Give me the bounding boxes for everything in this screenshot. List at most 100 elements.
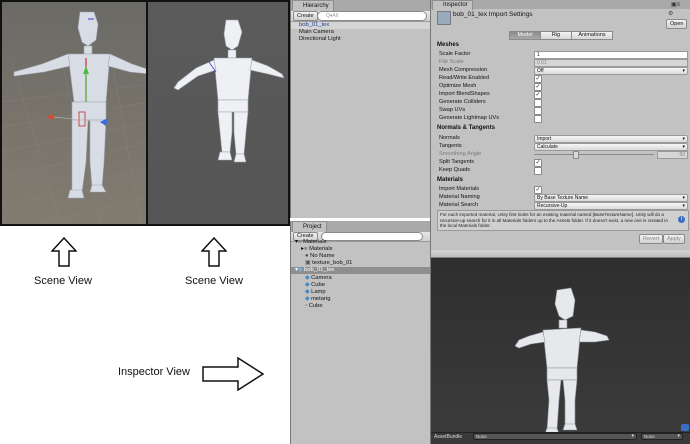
right-arrow-icon xyxy=(202,357,264,391)
project-tree-item[interactable]: ◆ metarig xyxy=(305,296,330,303)
character-preview xyxy=(514,287,610,435)
tangents-dropdown[interactable]: Calculate xyxy=(534,143,688,151)
import-blendshapes-label: Import BlendShapes xyxy=(439,91,490,97)
character-figure-2 xyxy=(173,19,285,163)
material-search-dropdown[interactable]: Recursive-Up xyxy=(534,202,688,210)
open-button-label: Open xyxy=(670,21,684,27)
swap-uvs-label: Swap UVs xyxy=(439,107,466,113)
project-tree-label: Lamp xyxy=(311,289,326,295)
import-materials-checkbox[interactable]: ✓ xyxy=(534,186,542,194)
revert-button[interactable]: Revert xyxy=(639,234,664,244)
split-tangents-label: Split Tangents xyxy=(439,159,475,165)
project-panel: Project Create ▾■ Materials ▸■ Materials… xyxy=(290,221,431,444)
preview-panel: AssetBundle None None xyxy=(430,250,690,444)
mesh-icon: ▪ xyxy=(305,303,308,309)
apply-label: Apply xyxy=(667,236,681,242)
section-normals-tangents: Normals & Tangents xyxy=(437,125,495,131)
optimize-mesh-label: Optimize Mesh xyxy=(439,83,477,89)
project-tree-label: bob_01_tex xyxy=(304,267,335,273)
folder-icon: ■ xyxy=(303,246,308,252)
hierarchy-item[interactable]: Main Camera xyxy=(299,29,334,36)
normals-dropdown[interactable]: Import xyxy=(534,135,688,143)
inspector-tab[interactable]: Inspector xyxy=(432,0,473,10)
inspector-view-caption: Inspector View xyxy=(118,366,190,378)
model-icon: ◆ xyxy=(297,267,303,273)
mesh-icon: ◆ xyxy=(305,296,310,302)
inspector-tab-label: Inspector xyxy=(443,2,468,8)
project-tree-item[interactable]: ▾◆ bob_01_tex xyxy=(295,267,334,274)
preview-settings-icon[interactable] xyxy=(681,424,689,431)
split-tangents-checkbox[interactable]: ✓ xyxy=(534,159,542,167)
hierarchy-item[interactable]: bob_01_tex xyxy=(299,22,329,29)
keep-quads-checkbox[interactable] xyxy=(534,167,542,175)
hierarchy-item[interactable]: Directional Light xyxy=(299,36,341,43)
hierarchy-panel: Hierarchy Create Q▾All bob_01_tex Main C… xyxy=(290,0,431,218)
project-tree-item[interactable]: ▾■ Materials xyxy=(295,239,327,246)
project-tree-label: Materials xyxy=(309,246,333,252)
scale-factor-label: Scale Factor xyxy=(439,51,471,57)
tab-model[interactable]: Model xyxy=(509,31,541,40)
read-write-label: Read/Write Enabled xyxy=(439,75,489,81)
keep-quads-label: Keep Quads xyxy=(439,167,471,173)
scene-view-1[interactable] xyxy=(0,0,148,226)
project-tree-item[interactable]: ▸■ Materials xyxy=(301,246,333,253)
assetbundle-dropdown[interactable]: None xyxy=(473,433,637,440)
project-tree-item[interactable]: ◆ Camera xyxy=(305,275,332,282)
hierarchy-create-label: Create xyxy=(297,13,314,19)
section-materials: Materials xyxy=(437,177,464,183)
lightmap-uvs-checkbox[interactable] xyxy=(534,115,542,123)
generate-colliders-checkbox[interactable] xyxy=(534,99,542,107)
project-tree-label: Cube xyxy=(311,282,325,288)
open-button[interactable]: Open xyxy=(666,19,688,29)
hierarchy-search-input[interactable]: Q▾All xyxy=(317,11,427,21)
project-tree-item[interactable]: ◆ Lamp xyxy=(305,289,326,296)
folder-icon: ■ xyxy=(297,239,302,245)
lock-icon[interactable]: ▣≡ xyxy=(671,1,680,8)
material-icon: ● xyxy=(305,253,309,259)
mesh-icon: ◆ xyxy=(305,282,310,288)
mesh-compression-dropdown[interactable]: Off xyxy=(534,67,688,75)
texture-icon: ▣ xyxy=(305,260,311,266)
project-search-input[interactable] xyxy=(321,232,423,241)
project-tree-item[interactable]: ▪ Cube xyxy=(305,303,323,310)
up-arrow-icon xyxy=(51,237,77,267)
project-tree-label: No Name xyxy=(310,253,335,259)
settings-icon[interactable]: ⚙ xyxy=(668,10,673,17)
assetbundle-label: AssetBundle xyxy=(434,434,463,440)
apply-button[interactable]: Apply xyxy=(663,234,685,244)
scene-view-2[interactable] xyxy=(148,0,290,226)
hierarchy-search-placeholder: Q▾All xyxy=(326,13,338,19)
scene-view-caption-2: Scene View xyxy=(185,275,243,287)
project-tree-label: Materials xyxy=(303,239,327,245)
material-naming-dropdown[interactable]: By Base Texture Name xyxy=(534,194,688,202)
section-meshes: Meshes xyxy=(437,42,460,48)
project-tree-label: metarig xyxy=(311,296,331,302)
mesh-icon: ◆ xyxy=(305,289,310,295)
optimize-mesh-checkbox[interactable]: ✓ xyxy=(534,83,542,91)
project-tree-label: Camera xyxy=(311,275,332,281)
generate-colliders-label: Generate Colliders xyxy=(439,99,486,105)
asset-icon xyxy=(437,11,451,25)
inspector-title: bob_01_tex Import Settings xyxy=(453,11,533,18)
scale-factor-field[interactable]: 1 xyxy=(534,51,688,59)
import-blendshapes-checkbox[interactable]: ✓ xyxy=(534,91,542,99)
hierarchy-create-button[interactable]: Create xyxy=(293,11,318,21)
smoothing-angle-slider-track xyxy=(534,154,654,155)
smoothing-angle-field: 60 xyxy=(657,151,688,159)
tangents-label: Tangents xyxy=(439,143,462,149)
import-materials-label: Import Materials xyxy=(439,186,480,192)
project-tree-item[interactable]: ◆ Cube xyxy=(305,282,325,289)
hierarchy-tab-label: Hierarchy xyxy=(303,3,329,9)
project-tree-label: texture_bob_01 xyxy=(312,260,353,266)
tab-rig[interactable]: Rig xyxy=(540,31,572,40)
character-figure-1 xyxy=(13,11,146,199)
read-write-checkbox[interactable]: ✓ xyxy=(534,75,542,83)
assetbundle-variant-dropdown[interactable]: None xyxy=(641,433,683,440)
project-tab-label: Project xyxy=(303,224,322,230)
project-tree-item[interactable]: ▣ texture_bob_01 xyxy=(305,260,352,267)
tab-animations[interactable]: Animations xyxy=(571,31,613,40)
scene-view-caption-1: Scene View xyxy=(34,275,92,287)
project-tree-item[interactable]: ● No Name xyxy=(305,253,335,260)
swap-uvs-checkbox[interactable] xyxy=(534,107,542,115)
mesh-icon: ◆ xyxy=(305,275,310,281)
